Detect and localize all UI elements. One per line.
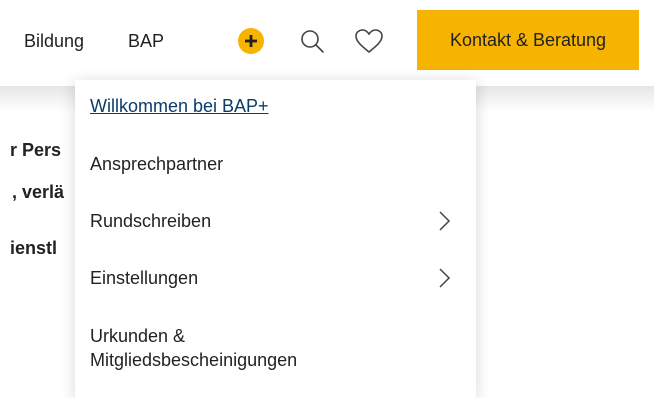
bap-plus-dropdown-menu: Willkommen bei BAP+ Ansprechpartner Rund… (75, 80, 476, 398)
menu-item-settings[interactable]: Einstellungen (90, 267, 198, 289)
background-text-line-1: r Pers (10, 140, 62, 160)
background-text-line-3: ienstl (10, 238, 58, 258)
background-text-line-2: , verlä (12, 182, 65, 202)
menu-item-contacts[interactable]: Ansprechpartner (90, 153, 223, 175)
chevron-right-icon[interactable] (435, 209, 453, 233)
heart-icon[interactable] (354, 26, 384, 56)
search-icon[interactable] (297, 26, 327, 56)
site-header: Bildung BAP Kontakt & Beratung (0, 0, 654, 88)
nav-link-bildung[interactable]: Bildung (24, 31, 84, 51)
contact-consulting-button[interactable]: Kontakt & Beratung (417, 10, 639, 70)
chevron-right-icon[interactable] (435, 266, 453, 290)
menu-item-circulars[interactable]: Rundschreiben (90, 210, 211, 232)
menu-item-welcome[interactable]: Willkommen bei BAP+ (90, 95, 269, 117)
nav-link-bap[interactable]: BAP (128, 31, 164, 51)
menu-item-certificates[interactable]: Urkunden & Mitgliedsbescheinigungen (90, 324, 390, 372)
plus-circle-icon[interactable] (236, 26, 266, 56)
